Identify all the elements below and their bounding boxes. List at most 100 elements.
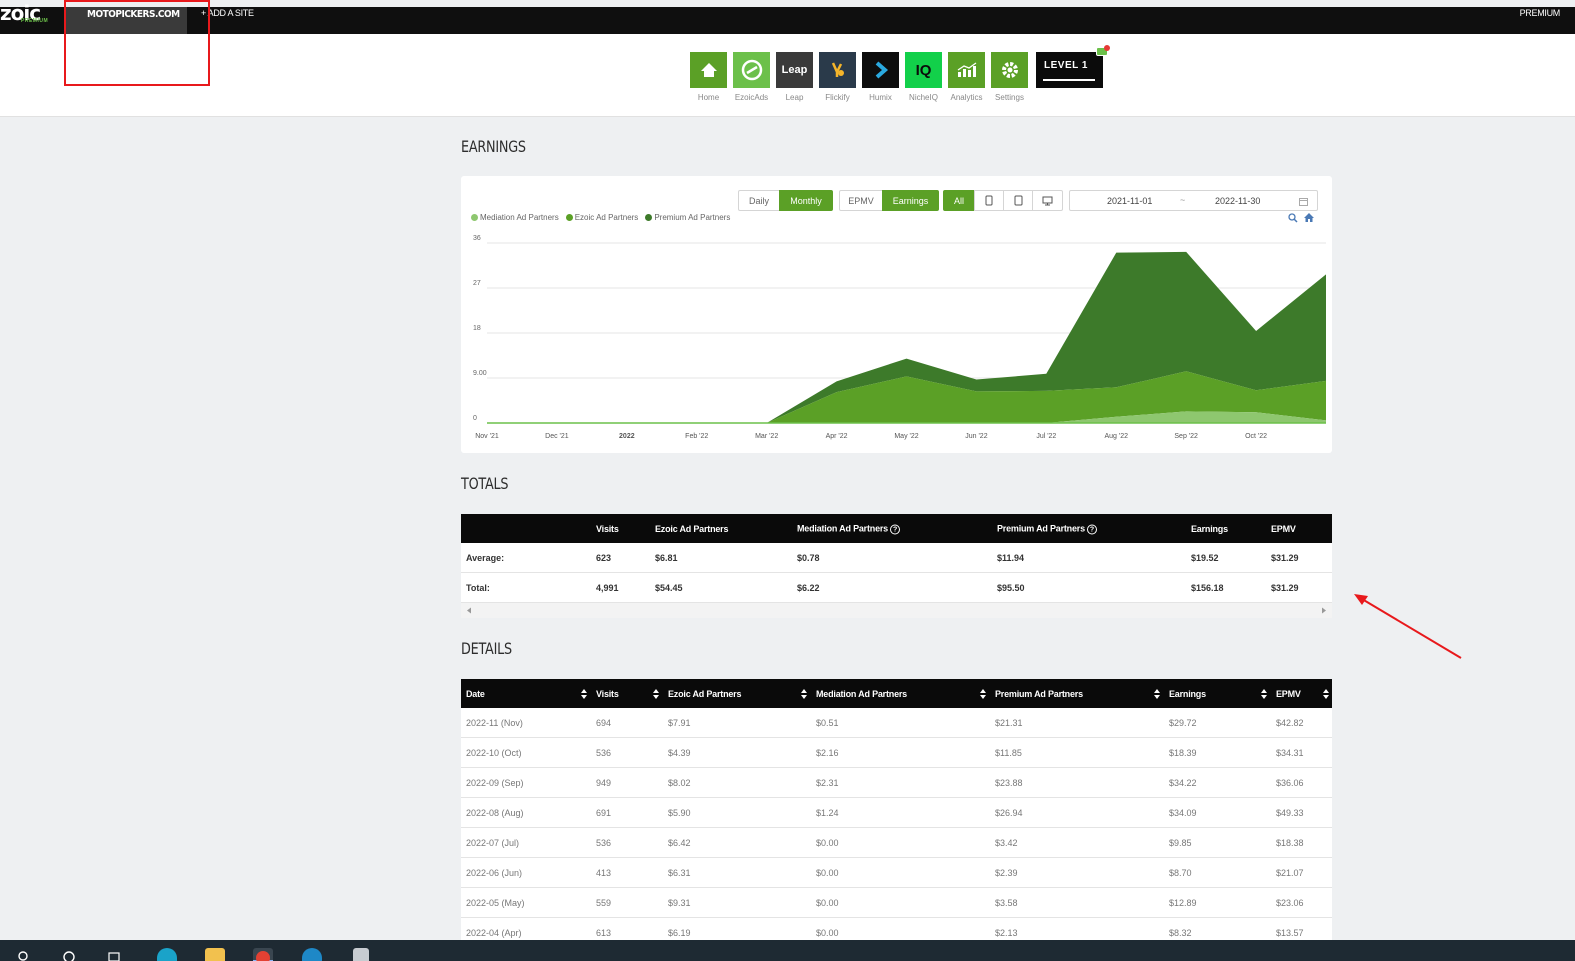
skype-icon[interactable] <box>302 948 322 961</box>
app-flickify[interactable]: Flickify <box>819 52 856 102</box>
legend-item[interactable]: Ezoic Ad Partners <box>565 213 639 222</box>
app-header: Home EzoicAds Leap Leap Flickify Humix IQ Niche… <box>0 34 1575 117</box>
app-nicheiq[interactable]: IQ NicheIQ <box>905 52 942 102</box>
desktop-icon <box>1042 196 1053 205</box>
edge-browser-icon[interactable] <box>157 948 177 961</box>
desktop-device-toggle[interactable] <box>1032 190 1063 211</box>
app-home[interactable]: Home <box>690 52 727 102</box>
sort-icon[interactable] <box>581 688 587 700</box>
column-header: Earnings <box>1191 524 1228 534</box>
chart-home-icon[interactable] <box>1303 212 1315 223</box>
sort-icon[interactable] <box>1261 688 1267 700</box>
app-ezoicads[interactable]: EzoicAds <box>733 52 770 102</box>
help-icon[interactable]: ? <box>889 524 900 534</box>
legend-label: Ezoic Ad Partners <box>574 213 639 222</box>
column-header[interactable]: Ezoic Ad Partners <box>668 689 741 699</box>
mail-icon[interactable] <box>1096 45 1110 56</box>
date-from-input[interactable]: 2021-11-01 <box>1107 196 1152 206</box>
date-range-picker[interactable]: 2021-11-01 ~ 2022-11-30 <box>1069 190 1318 211</box>
monthly-toggle[interactable]: Monthly <box>779 190 833 211</box>
app-label: Humix <box>869 93 892 102</box>
zoom-icon[interactable] <box>1288 213 1298 223</box>
column-header-label: Visits <box>596 523 619 534</box>
table-cell: $18.38 <box>1276 837 1304 848</box>
table-cell: $0.78 <box>797 552 820 563</box>
sort-icon[interactable] <box>980 688 986 700</box>
x-tick-label: May '22 <box>894 433 918 440</box>
column-header-label: Ezoic Ad Partners <box>668 688 742 699</box>
app-humix[interactable]: Humix <box>862 52 899 102</box>
gear-icon[interactable] <box>991 52 1028 88</box>
column-header: Mediation Ad Partners? <box>797 523 900 534</box>
sort-icon[interactable] <box>1154 688 1160 700</box>
app-leap[interactable]: Leap Leap <box>776 52 813 102</box>
column-header-label: Date <box>466 688 485 699</box>
column-header[interactable]: Premium Ad Partners <box>995 689 1083 699</box>
table-cell: 2022-11 (Nov) <box>466 717 523 728</box>
search-icon[interactable] <box>17 950 31 961</box>
x-tick-label: Oct '22 <box>1245 433 1267 440</box>
column-header[interactable]: Mediation Ad Partners <box>816 689 907 699</box>
table-cell: $0.00 <box>816 867 839 878</box>
table-cell: $9.31 <box>668 897 691 908</box>
legend-item[interactable]: Premium Ad Partners <box>645 213 730 222</box>
table-cell: $1.24 <box>816 807 839 818</box>
table-cell: $2.13 <box>995 927 1018 938</box>
app-analytics[interactable]: Analytics <box>948 52 985 102</box>
analytics-icon[interactable] <box>948 52 985 88</box>
column-header[interactable]: Date <box>466 689 485 699</box>
column-header[interactable]: Earnings <box>1169 689 1206 699</box>
all-devices-toggle[interactable]: All <box>943 190 975 211</box>
table-cell: $3.58 <box>995 897 1018 908</box>
column-header[interactable]: Visits <box>596 689 619 699</box>
legend-item[interactable]: Mediation Ad Partners <box>471 213 559 222</box>
table-cell: $6.31 <box>668 867 691 878</box>
task-view-icon[interactable] <box>107 950 123 961</box>
flickify-icon[interactable] <box>819 52 856 88</box>
x-tick-label: Feb '22 <box>685 433 708 440</box>
legend-label: Premium Ad Partners <box>654 213 731 222</box>
home-icon[interactable] <box>690 52 727 88</box>
table-cell: $26.94 <box>995 807 1023 818</box>
sort-icon[interactable] <box>653 688 659 700</box>
humix-icon[interactable] <box>862 52 899 88</box>
level-badge[interactable]: LEVEL 1 <box>1036 52 1103 88</box>
column-header: EPMV <box>1271 524 1296 534</box>
table-cell: $6.81 <box>655 552 678 563</box>
column-header[interactable]: EPMV <box>1276 689 1301 699</box>
app-settings[interactable]: Settings <box>991 52 1028 102</box>
file-explorer-icon[interactable] <box>205 948 225 961</box>
daily-toggle[interactable]: Daily <box>738 190 780 211</box>
epmv-toggle[interactable]: EPMV <box>839 190 883 211</box>
ezoicads-icon[interactable] <box>733 52 770 88</box>
table-row: 2022-08 (Aug) 691 $5.90 $1.24 $26.94 $34.09 $4… <box>461 798 1332 828</box>
table-cell: $23.06 <box>1276 897 1304 908</box>
cortana-icon[interactable] <box>61 950 77 961</box>
chrome-browser-icon[interactable] <box>253 948 273 961</box>
notepad-icon[interactable] <box>353 948 369 961</box>
earnings-toggle[interactable]: Earnings <box>882 190 939 211</box>
table-cell: $156.18 <box>1191 582 1224 593</box>
nicheiq-icon[interactable]: IQ <box>905 52 942 88</box>
x-tick-label: Jul '22 <box>1036 433 1056 440</box>
leap-icon[interactable]: Leap <box>776 52 813 88</box>
sort-icon[interactable] <box>1323 688 1329 700</box>
x-tick-label: Aug '22 <box>1104 433 1128 440</box>
column-header-label: Mediation Ad Partners <box>797 523 888 533</box>
column-header-label: Ezoic Ad Partners <box>655 523 729 534</box>
table-cell: $7.91 <box>668 717 691 728</box>
sort-icon[interactable] <box>801 688 807 700</box>
premium-link[interactable]: PREMIUM <box>1520 8 1561 18</box>
table-cell: $2.39 <box>995 867 1018 878</box>
table-cell: $0.00 <box>816 837 839 848</box>
date-to-input[interactable]: 2022-11-30 <box>1215 196 1260 206</box>
legend-swatch <box>565 214 573 221</box>
help-icon[interactable]: ? <box>1086 524 1097 534</box>
y-tick-label: 0 <box>473 415 477 422</box>
horizontal-scrollbar[interactable] <box>461 603 1332 618</box>
app-launcher: Home EzoicAds Leap Leap Flickify Humix IQ Niche… <box>690 52 1028 102</box>
table-cell: $4.39 <box>668 747 691 758</box>
mobile-device-toggle[interactable] <box>974 190 1004 211</box>
tablet-device-toggle[interactable] <box>1003 190 1033 211</box>
table-cell: $0.00 <box>816 927 839 938</box>
